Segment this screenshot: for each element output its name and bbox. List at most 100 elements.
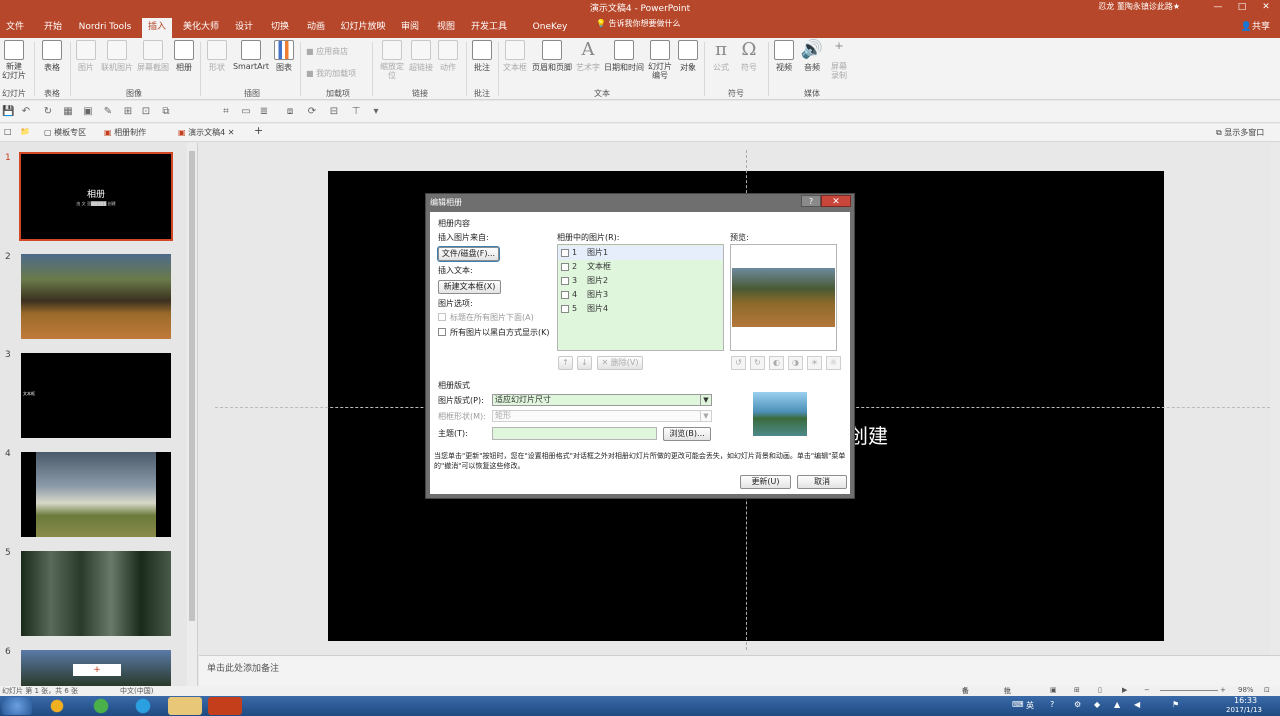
tab-home[interactable]: 开始 — [38, 18, 68, 38]
explorer-icon[interactable] — [168, 697, 202, 715]
save-as-icon[interactable]: ▣ — [82, 106, 94, 118]
tab-view[interactable]: 视图 — [432, 18, 460, 38]
update-button[interactable]: 更新(U) — [740, 475, 791, 489]
tell-me-box[interactable]: 💡 告诉我你想要做什么 — [596, 18, 681, 29]
slide-number-button[interactable]: 幻灯片 编号 — [648, 40, 672, 80]
slide-thumbnail-4[interactable] — [21, 452, 171, 537]
size-icon[interactable]: ⊟ — [328, 106, 340, 118]
list-item[interactable]: 2 文本框 — [558, 260, 723, 274]
format-icon[interactable]: ▦ — [62, 106, 74, 118]
flag-icon[interactable]: ⚑ — [1172, 700, 1179, 709]
store-button[interactable]: ■ 应用商店 — [306, 46, 348, 57]
shield-icon[interactable]: ◆ — [1094, 700, 1100, 709]
notes-pane[interactable]: 单击此处添加备注 — [199, 655, 1280, 686]
keyboard-icon[interactable]: ⚙ — [1074, 700, 1081, 709]
maximize-button[interactable]: □ — [1230, 0, 1254, 14]
group-icon[interactable]: ⊡ — [140, 106, 152, 118]
sorter-view-icon[interactable]: ⊞ — [1074, 686, 1080, 694]
normal-view-icon[interactable]: ▣ — [1050, 686, 1057, 694]
header-footer-button[interactable]: 页眉和页脚 — [530, 40, 574, 73]
item-checkbox[interactable] — [561, 249, 569, 257]
browser-icon[interactable] — [40, 697, 74, 715]
start-button[interactable] — [2, 697, 32, 715]
item-checkbox[interactable] — [561, 291, 569, 299]
my-addins-button[interactable]: ■ 我的加载项 — [306, 68, 356, 79]
hyperlink-button[interactable]: 超链接 — [408, 40, 434, 73]
contrast-down-icon[interactable]: ◑ — [788, 356, 803, 370]
reading-view-icon[interactable]: ▯ — [1098, 686, 1102, 694]
dialog-help-button[interactable]: ? — [801, 195, 821, 207]
ime-language[interactable]: 英 — [1026, 700, 1034, 711]
tab-design[interactable]: 设计 — [230, 18, 258, 38]
object-button[interactable]: 对象 — [676, 40, 700, 73]
clock-time[interactable]: 16:33 — [1234, 696, 1257, 705]
share-button[interactable]: 👤共享 — [1241, 19, 1270, 32]
brush-icon[interactable]: ✎ — [102, 106, 114, 118]
redo-icon[interactable]: ↻ — [42, 106, 54, 118]
close-button[interactable]: ✕ — [1254, 0, 1278, 14]
new-textbox-button[interactable]: 新建文本框(X) — [438, 280, 501, 294]
ungroup-icon[interactable]: ⧉ — [160, 106, 172, 118]
slideshow-icon[interactable]: ▶ — [1122, 686, 1127, 694]
smartart-button[interactable]: SmartArt — [232, 40, 270, 71]
new-doc-icon[interactable]: □ — [4, 127, 12, 136]
powerpoint-taskbar-icon[interactable] — [208, 697, 242, 715]
customize-qat-icon[interactable]: ▾ — [370, 106, 382, 118]
editor-scrollbar[interactable] — [1270, 143, 1280, 655]
clock-date[interactable]: 2017/1/13 — [1226, 706, 1262, 714]
slide-thumbnail-5[interactable] — [21, 551, 171, 636]
equation-button[interactable]: π 公式 — [708, 40, 734, 73]
undo-icon[interactable]: ↶ — [20, 106, 32, 118]
zoom-button[interactable]: 缩放定 位 — [378, 40, 406, 80]
item-checkbox[interactable] — [561, 305, 569, 313]
move-down-button[interactable]: ↓ — [577, 356, 592, 370]
online-picture-button[interactable]: 联机图片 — [100, 40, 134, 73]
slide-thumbnail-3[interactable]: 文本框 — [21, 353, 171, 438]
rectangle-icon[interactable]: ▭ — [240, 106, 252, 118]
tab-developer[interactable]: 开发工具 — [468, 18, 510, 38]
item-checkbox[interactable] — [561, 263, 569, 271]
list-item[interactable]: 4 图片3 — [558, 288, 723, 302]
zoom-level[interactable]: 98% — [1238, 686, 1254, 694]
browse-button[interactable]: 浏览(B)... — [663, 427, 711, 441]
tab-slideshow[interactable]: 幻灯片放映 — [338, 18, 388, 38]
network-icon[interactable]: ▲ — [1114, 700, 1120, 709]
ie-icon[interactable] — [126, 697, 160, 715]
layer-icon[interactable]: ⧈ — [284, 106, 296, 118]
crop-icon[interactable]: ⌗ — [220, 106, 232, 118]
audio-button[interactable]: 🔊 音频 — [800, 40, 824, 73]
help-icon[interactable]: ? — [1050, 700, 1054, 709]
file-disk-button[interactable]: 文件/磁盘(F)... — [437, 246, 500, 262]
move-up-button[interactable]: ↑ — [558, 356, 573, 370]
contrast-up-icon[interactable]: ◐ — [769, 356, 784, 370]
tab-file[interactable]: 文件 — [2, 18, 28, 38]
chart-button[interactable]: 图表 — [272, 40, 296, 73]
tab-insert[interactable]: 插入 — [142, 18, 172, 38]
rotate-right-icon[interactable]: ↻ — [750, 356, 765, 370]
tab-review[interactable]: 审阅 — [396, 18, 424, 38]
symbol-button[interactable]: Ω 符号 — [736, 40, 762, 73]
item-checkbox[interactable] — [561, 277, 569, 285]
snap-icon[interactable]: ⊤ — [350, 106, 362, 118]
comment-button[interactable]: 批注 — [470, 40, 494, 73]
rotate-left-icon[interactable]: ↺ — [731, 356, 746, 370]
fit-slide-icon[interactable]: ⊡ — [1264, 686, 1270, 694]
video-button[interactable]: 视频 — [772, 40, 796, 73]
zoom-in-icon[interactable]: + — [1220, 686, 1226, 694]
tab-beautify[interactable]: 美化大师 — [180, 18, 222, 38]
picture-button[interactable]: 图片 — [74, 40, 98, 73]
volume-icon[interactable]: ◀ — [1134, 700, 1140, 709]
album-button[interactable]: 相册 — [172, 40, 196, 73]
list-item[interactable]: 1 图片1 — [558, 246, 723, 260]
tab-animations[interactable]: 动画 — [302, 18, 330, 38]
show-multiwindow-button[interactable]: ⧉ 显示多窗口 — [1216, 127, 1264, 138]
screenshot-button[interactable]: 屏幕截图 — [136, 40, 170, 73]
browser2-icon[interactable] — [84, 697, 118, 715]
action-button[interactable]: 动作 — [436, 40, 460, 73]
textbox-button[interactable]: 文本框 — [502, 40, 528, 73]
language-indicator[interactable]: 中文(中国) — [120, 686, 153, 696]
black-white-checkbox[interactable] — [438, 328, 446, 336]
doc-tab-album[interactable]: ▣ 相册制作 — [104, 127, 146, 138]
rotate-icon[interactable]: ⟳ — [306, 106, 318, 118]
doc-tab-presentation4[interactable]: ▣ 演示文稿4 ✕ — [178, 127, 234, 138]
